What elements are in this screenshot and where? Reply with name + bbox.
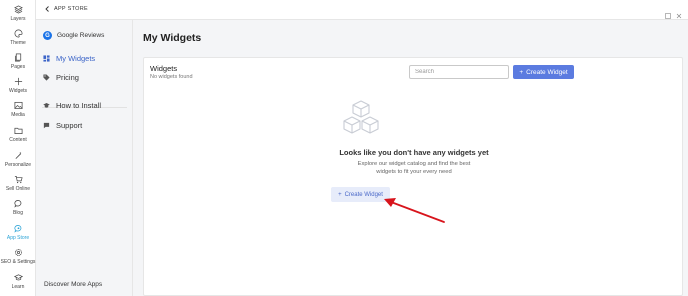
cart-icon [13,174,23,184]
rail-item-theme[interactable]: Theme [0,28,36,46]
back-label: APP STORE [54,6,88,12]
create-widget-button[interactable]: + Create Widget [513,65,574,79]
discover-more-apps-link[interactable]: Discover More Apps [44,281,102,288]
rail-item-label: SEO & Settings [0,259,36,265]
rail-item-app-store[interactable]: App Store [0,223,36,241]
empty-state-description-line: Explore our widget catalog and find the … [357,161,471,167]
plus-icon: + [338,191,342,198]
sidebar-item-pricing[interactable]: Pricing [43,73,79,82]
create-widget-center-label: Create Widget [344,191,383,198]
rail-item-label: Learn [11,284,25,290]
rail-item-label: Sell Online [5,186,31,192]
pages-icon [13,52,23,62]
rail-item-label: Layers [10,16,26,22]
gear-icon [13,247,23,257]
rail-item-widgets[interactable]: Widgets [0,76,36,94]
sidebar-item-label: My Widgets [56,54,96,63]
rail-item-label: Theme [10,40,26,46]
wand-icon [13,150,23,160]
plus-icon: + [519,68,524,76]
create-widget-center-button[interactable]: + Create Widget [331,187,390,202]
empty-state-title: Looks like you don't have any widgets ye… [339,148,489,157]
rail-item-media[interactable]: Media [0,100,36,118]
rail-item-seo-settings[interactable]: SEO & Settings [0,247,36,265]
rail-item-label: Personalize [4,162,32,168]
rail-item-label: Pages [10,64,26,70]
page-title: My Widgets [143,32,202,44]
search-input[interactable] [409,65,509,79]
rail-item-label: Content [9,137,27,143]
empty-state-description: Explore our widget catalog and find the … [144,160,684,176]
plus-icon [13,76,23,86]
rail-item-personalize[interactable]: Personalize [0,150,36,168]
rail-item-label: Widgets [8,88,28,94]
rail-item-content[interactable]: Content [0,125,36,143]
help-icon[interactable] [665,6,671,19]
widgets-card: Widgets No widgets found + Create Widget… [143,57,683,296]
rail-item-layers[interactable]: Layers [0,4,36,22]
chevron-left-icon [45,6,49,12]
card-subtitle: No widgets found [150,74,193,80]
rail-item-label: Media [11,112,25,118]
main-content: My Widgets Widgets No widgets found + Cr… [133,20,688,296]
top-bar: APP STORE [36,0,688,20]
sidebar-item-how-to-install[interactable]: How to Install [43,101,101,110]
rail-item-learn[interactable]: Learn [0,272,36,290]
sidebar-item-support[interactable]: Support [43,121,82,130]
boxes-icon [343,100,379,134]
rail-item-blog[interactable]: Blog [0,198,36,216]
sidebar-item-label: Support [56,121,83,130]
rail-item-label: Blog [12,210,23,216]
image-icon [13,100,23,110]
palette-icon [13,28,23,38]
graduation-cap-icon [13,272,23,282]
app-store-icon [13,223,23,233]
layers-icon [13,4,23,14]
create-widget-label: Create Widget [526,68,568,76]
left-icon-rail: Layers Theme Pages Widgets Media Content… [0,0,36,296]
sidebar-item-label: How to Install [56,101,102,110]
app-sidebar: G Google Reviews My Widgets Pricing How … [36,20,133,296]
sidebar-item-my-widgets[interactable]: My Widgets [43,54,95,63]
sidebar-item-label: Pricing [56,73,79,82]
window-controls [665,6,682,19]
card-title: Widgets [150,64,178,73]
rail-item-pages[interactable]: Pages [0,52,36,70]
widgets-grid-icon [43,55,50,62]
app-name: Google Reviews [57,32,105,39]
graduation-cap-icon [43,103,50,108]
rail-item-sell-online[interactable]: Sell Online [0,174,36,192]
support-icon [43,122,50,129]
empty-state-description-line: widgets to fit your every need [376,169,452,175]
back-to-app-store[interactable]: APP STORE [45,6,88,12]
google-logo-icon: G [43,31,52,40]
folder-icon [13,125,23,135]
chat-icon [13,198,23,208]
close-icon[interactable] [676,6,682,19]
rail-item-label: App Store [6,235,30,241]
app-header: G Google Reviews [43,31,104,40]
tag-icon [43,74,50,81]
